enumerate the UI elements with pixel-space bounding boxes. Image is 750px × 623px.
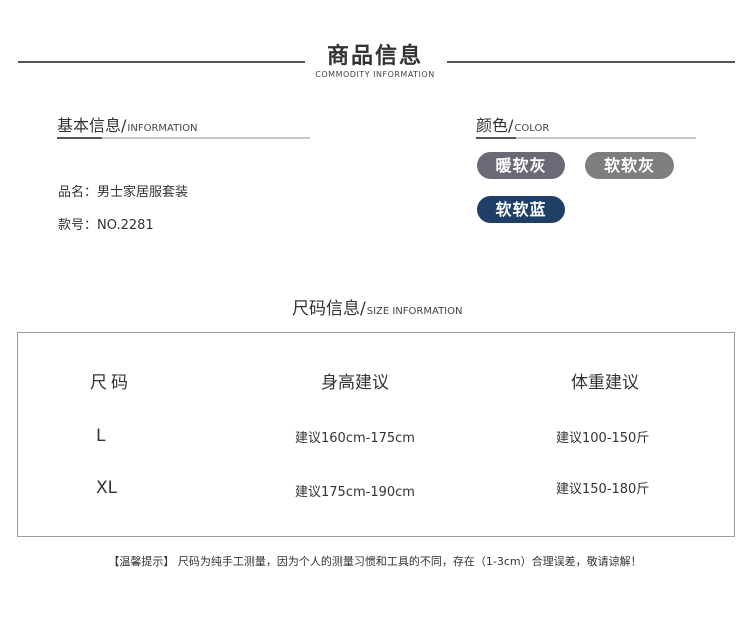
column-header-height: 身高建议 [321,373,389,393]
size-info-heading-en: SIZE INFORMATION [366,306,463,317]
size-row-1-height: 建议160cm-175cm [295,431,415,446]
size-row-1-size: L [96,426,106,446]
color-swatch-soft-blue[interactable]: 软软蓝 [477,196,565,223]
product-model-row: 款号：NO.2281 [58,214,154,233]
size-info-heading: 尺码信息/SIZE INFORMATION [292,294,462,319]
page-subtitle: COMMODITY INFORMATION [315,70,435,79]
product-model-label: 款号： [58,218,98,233]
size-row-2-height: 建议175cm-190cm [295,485,415,500]
basic-info-heading-cn: 基本信息/ [57,116,127,135]
product-name-label: 品名： [58,185,98,200]
color-heading-cn: 颜色/ [476,116,514,135]
size-info-heading-cn: 尺码信息/ [292,299,366,319]
basic-info-underline [57,137,310,139]
size-row-1-weight: 建议100-150斤 [556,431,650,446]
size-row-2-size: XL [96,478,118,498]
basic-info-heading: 基本信息/INFORMATION [57,112,198,136]
page-title: 商品信息 [326,44,423,69]
basic-info-heading-en: INFORMATION [127,123,198,134]
color-heading-en: COLOR [514,123,550,134]
column-header-weight: 体重建议 [571,373,639,393]
product-name-value: 男士家居服套装 [97,185,189,200]
size-row-2-weight: 建议150-180斤 [556,482,650,497]
color-underline [476,137,696,139]
color-swatch-soft-gray[interactable]: 软软灰 [585,152,674,179]
product-model-value: NO.2281 [97,218,154,233]
color-swatch-warm-gray[interactable]: 暖软灰 [477,152,565,179]
color-heading: 颜色/COLOR [476,112,549,136]
measurement-note: 【温馨提示】 尺码为纯手工测量，因为个人的测量习惯和工具的不同，存在（1-3cm… [108,555,642,568]
product-name-row: 品名：男士家居服套装 [58,181,188,200]
column-header-size: 尺码 [90,373,132,393]
